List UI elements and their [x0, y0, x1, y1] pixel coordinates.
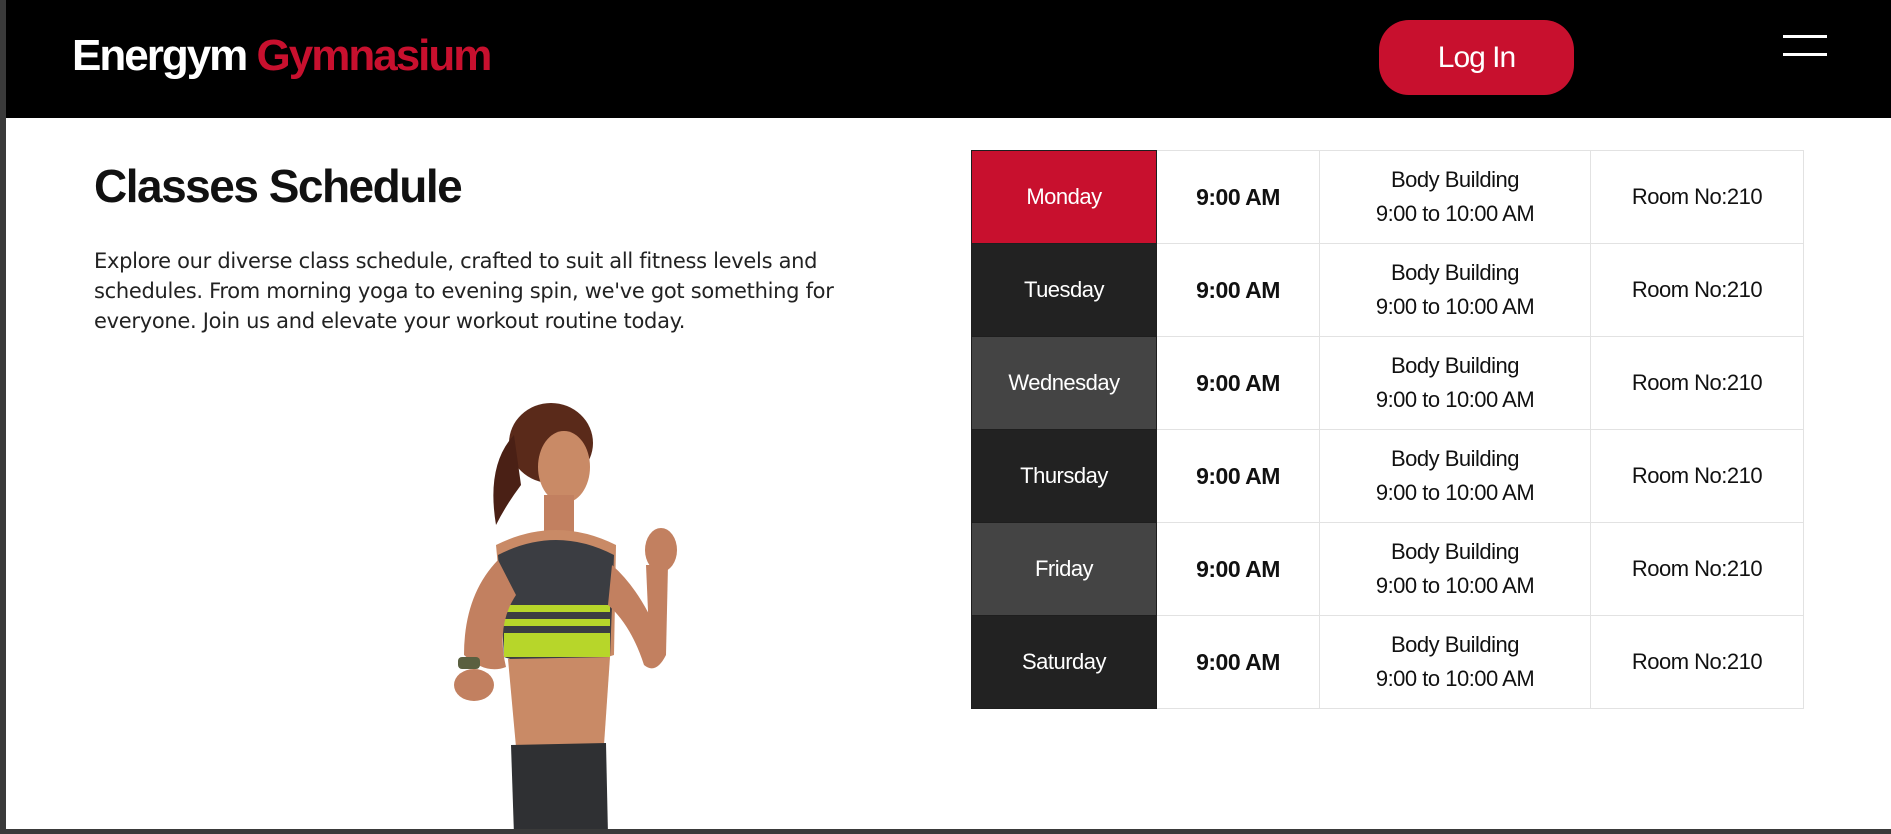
class-cell: Body Building 9:00 to 10:00 AM: [1319, 150, 1591, 244]
site-header: Energym Gymnasium Log In: [6, 0, 1891, 118]
class-time-range: 9:00 to 10:00 AM: [1375, 666, 1535, 691]
intro-paragraph: Explore our diverse class schedule, craf…: [94, 249, 834, 333]
start-time-cell: 9:00 AM: [1156, 615, 1320, 709]
day-cell: Monday: [971, 150, 1157, 244]
menu-bar: [1783, 35, 1827, 38]
class-time-range: 9:00 to 10:00 AM: [1375, 480, 1535, 505]
start-time-cell: 9:00 AM: [1156, 243, 1320, 337]
room-cell: Room No:210: [1590, 429, 1804, 523]
schedule-row: Friday 9:00 AM Body Building 9:00 to 10:…: [971, 522, 1804, 616]
schedule-row: Thursday 9:00 AM Body Building 9:00 to 1…: [971, 429, 1804, 523]
brand-logo[interactable]: Energym Gymnasium: [72, 28, 493, 84]
day-cell: Wednesday: [971, 336, 1157, 430]
class-name: Body Building: [1390, 260, 1520, 285]
class-cell: Body Building 9:00 to 10:00 AM: [1319, 615, 1591, 709]
hamburger-menu-icon[interactable]: [1780, 30, 1830, 64]
class-time-range: 9:00 to 10:00 AM: [1375, 201, 1535, 226]
brand-name-accent: Gymnasium: [256, 31, 493, 80]
class-time-range: 9:00 to 10:00 AM: [1375, 573, 1535, 598]
day-cell: Saturday: [971, 615, 1157, 709]
class-cell: Body Building 9:00 to 10:00 AM: [1319, 243, 1591, 337]
brand-name-primary: Energym: [72, 31, 248, 80]
room-cell: Room No:210: [1590, 150, 1804, 244]
room-cell: Room No:210: [1590, 336, 1804, 430]
class-name: Body Building: [1390, 353, 1520, 378]
login-button[interactable]: Log In: [1379, 20, 1574, 95]
room-cell: Room No:210: [1590, 522, 1804, 616]
start-time-cell: 9:00 AM: [1156, 522, 1320, 616]
room-cell: Room No:210: [1590, 615, 1804, 709]
day-cell: Tuesday: [971, 243, 1157, 337]
class-time-range: 9:00 to 10:00 AM: [1375, 387, 1535, 412]
runner-image: [454, 403, 677, 829]
page-title: Classes Schedule: [94, 160, 463, 212]
class-name: Body Building: [1390, 632, 1520, 657]
schedule-row: Saturday 9:00 AM Body Building 9:00 to 1…: [971, 615, 1804, 709]
day-cell: Thursday: [971, 429, 1157, 523]
start-time-cell: 9:00 AM: [1156, 336, 1320, 430]
start-time-cell: 9:00 AM: [1156, 150, 1320, 244]
class-name: Body Building: [1390, 539, 1520, 564]
start-time-cell: 9:00 AM: [1156, 429, 1320, 523]
schedule-row: Monday 9:00 AM Body Building 9:00 to 10:…: [971, 150, 1804, 244]
class-cell: Body Building 9:00 to 10:00 AM: [1319, 336, 1591, 430]
class-schedule-table: Monday 9:00 AM Body Building 9:00 to 10:…: [971, 150, 1804, 709]
schedule-row: Wednesday 9:00 AM Body Building 9:00 to …: [971, 336, 1804, 430]
class-name: Body Building: [1390, 167, 1520, 192]
day-cell: Friday: [971, 522, 1157, 616]
class-cell: Body Building 9:00 to 10:00 AM: [1319, 522, 1591, 616]
menu-bar: [1783, 53, 1827, 56]
class-time-range: 9:00 to 10:00 AM: [1375, 294, 1535, 319]
room-cell: Room No:210: [1590, 243, 1804, 337]
schedule-row: Tuesday 9:00 AM Body Building 9:00 to 10…: [971, 243, 1804, 337]
class-name: Body Building: [1390, 446, 1520, 471]
page: Energym Gymnasium Log In Classes Schedul…: [6, 0, 1891, 829]
class-cell: Body Building 9:00 to 10:00 AM: [1319, 429, 1591, 523]
